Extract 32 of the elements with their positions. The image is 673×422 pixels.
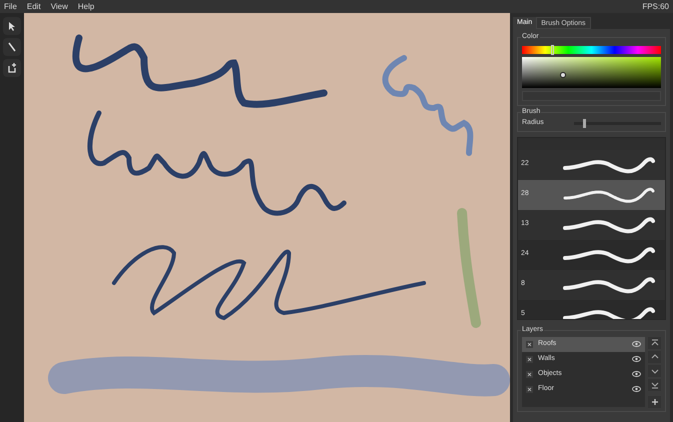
eye-icon[interactable] bbox=[632, 386, 641, 392]
layer-toggle-icon[interactable] bbox=[526, 370, 533, 378]
line-icon bbox=[6, 41, 18, 53]
drawing-canvas[interactable] bbox=[24, 13, 510, 422]
layer-toggle-icon[interactable] bbox=[526, 386, 533, 392]
layer-action-button[interactable] bbox=[648, 364, 661, 376]
layer-action-button[interactable] bbox=[648, 378, 661, 390]
hue-thumb[interactable] bbox=[551, 45, 554, 55]
move-to-bottom-icon bbox=[650, 380, 660, 390]
layer-toggle-icon[interactable] bbox=[526, 340, 533, 348]
tool-button[interactable] bbox=[3, 59, 21, 77]
layer-action-button[interactable] bbox=[648, 396, 661, 408]
eye-icon[interactable] bbox=[632, 341, 641, 347]
menu-item[interactable]: View bbox=[50, 0, 68, 12]
color-picker-handle[interactable] bbox=[560, 72, 566, 78]
color-field[interactable] bbox=[522, 57, 661, 88]
radius-thumb[interactable] bbox=[582, 118, 586, 128]
eye-icon[interactable] bbox=[632, 371, 641, 377]
move-to-top-icon bbox=[650, 338, 660, 348]
menu-item[interactable]: File bbox=[4, 0, 17, 12]
fps-counter: FPS:60 bbox=[642, 0, 669, 12]
menu-item[interactable]: Help bbox=[78, 0, 94, 12]
tool-button[interactable] bbox=[3, 38, 21, 56]
hue-slider[interactable] bbox=[522, 46, 661, 54]
eye-icon[interactable] bbox=[632, 356, 641, 362]
layer-action-button[interactable] bbox=[648, 350, 661, 362]
tool-button[interactable] bbox=[3, 17, 21, 35]
add-layer-icon bbox=[6, 62, 18, 74]
plus-icon bbox=[650, 396, 660, 406]
layer-toggle-icon[interactable] bbox=[526, 356, 533, 362]
menu-item[interactable]: Edit bbox=[26, 0, 41, 12]
layer-action-button[interactable] bbox=[648, 336, 661, 348]
